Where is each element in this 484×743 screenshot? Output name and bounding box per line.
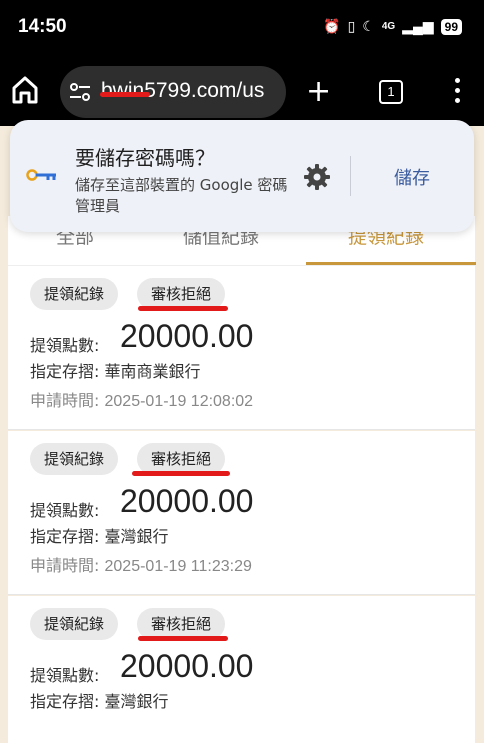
record-type-badge: 提領紀錄	[30, 278, 119, 310]
status-icons: ⏰ ▯ ☾ 4G ▂▄▆ 99	[323, 18, 462, 35]
bank-value: 華南商業銀行	[104, 362, 201, 381]
tab-switcher-button[interactable]: 1	[379, 80, 403, 104]
time-row: 申請時間: 2025-01-19 11:23:29	[30, 552, 252, 576]
menu-dot	[454, 78, 460, 83]
time-value: 2025-01-19 11:23:29	[104, 558, 252, 575]
save-password-button[interactable]: 儲存	[394, 164, 430, 190]
vibrate-icon: ▯	[347, 18, 356, 34]
gear-icon	[304, 164, 330, 190]
network-label: 4G	[381, 21, 396, 32]
url-highlight-mark	[100, 92, 150, 97]
dialog-subtitle: 儲存至這部裝置的 Google 密碼管理員	[75, 176, 288, 215]
status-highlight-mark	[138, 636, 228, 641]
bank-row: 指定存摺: 臺灣銀行	[30, 688, 169, 712]
key-icon	[26, 169, 56, 181]
new-tab-button[interactable]: +	[306, 77, 331, 107]
status-time: 14:50	[18, 16, 67, 37]
home-icon	[12, 76, 38, 104]
time-value: 2025-01-19 12:08:02	[104, 393, 254, 410]
record-card: 提領紀錄 審核拒絕 提領點數: 20000.00 指定存摺: 臺灣銀行	[8, 596, 475, 743]
do-not-disturb-icon: ☾	[362, 18, 375, 34]
bank-value: 臺灣銀行	[104, 527, 169, 546]
home-button[interactable]	[10, 74, 40, 106]
dialog-divider	[350, 156, 351, 196]
browser-toolbar: bwin5799.com/us + 1	[0, 60, 484, 126]
more-menu-button[interactable]	[452, 78, 462, 108]
record-type-badge: 提領紀錄	[30, 608, 119, 640]
time-label: 申請時間:	[30, 391, 100, 410]
signal-icon: ▂▄▆	[402, 18, 434, 34]
time-label: 申請時間:	[30, 556, 100, 575]
record-card: 提領紀錄 審核拒絕 提領點數: 20000.00 指定存摺: 華南商業銀行 申請…	[8, 266, 475, 430]
bank-row: 指定存摺: 華南商業銀行	[30, 358, 201, 382]
url-text: bwin5799.com/us	[101, 79, 265, 102]
bank-label: 指定存摺:	[30, 527, 100, 546]
time-row: 申請時間: 2025-01-19 12:08:02	[30, 387, 253, 411]
bank-label: 指定存摺:	[30, 362, 100, 381]
amount-value: 20000.00	[120, 648, 254, 684]
bank-value: 臺灣銀行	[104, 692, 169, 711]
amount-label: 提領點數:	[30, 336, 100, 355]
status-highlight-mark	[138, 306, 228, 311]
save-password-dialog: 要儲存密碼嗎？ 儲存至這部裝置的 Google 密碼管理員 儲存	[10, 120, 474, 232]
menu-dot	[454, 98, 460, 103]
amount-value: 20000.00	[120, 318, 254, 354]
record-type-badge: 提領紀錄	[30, 443, 119, 475]
dialog-title: 要儲存密碼嗎？	[75, 146, 215, 170]
active-tab-indicator	[306, 262, 476, 265]
bank-label: 指定存摺:	[30, 692, 100, 711]
alarm-icon: ⏰	[323, 18, 341, 34]
site-settings-icon[interactable]	[68, 82, 92, 102]
record-card: 提領紀錄 審核拒絕 提領點數: 20000.00 指定存摺: 臺灣銀行 申請時間…	[8, 431, 475, 595]
settings-button[interactable]	[302, 162, 332, 192]
status-bar: 14:50 ⏰ ▯ ☾ 4G ▂▄▆ 99	[0, 0, 484, 60]
amount-label: 提領點數:	[30, 666, 100, 685]
address-bar[interactable]: bwin5799.com/us	[60, 66, 286, 118]
battery-indicator: 99	[440, 18, 462, 35]
menu-dot	[454, 88, 460, 93]
amount-label: 提領點數:	[30, 501, 100, 520]
amount-value: 20000.00	[120, 483, 254, 519]
bank-row: 指定存摺: 臺灣銀行	[30, 523, 169, 547]
status-highlight-mark	[132, 471, 230, 476]
